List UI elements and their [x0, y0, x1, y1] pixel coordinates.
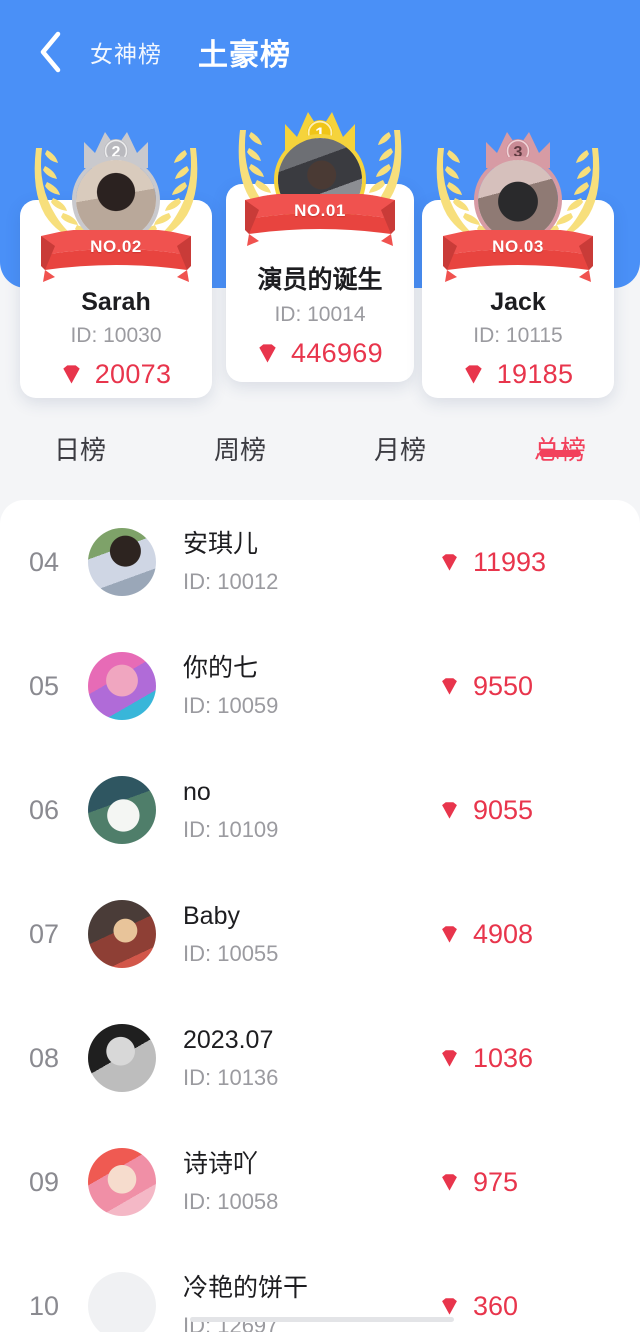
podium-top-three: Sarah ID: 10030 20073 演员的诞生 ID: 10014 44… [0, 104, 640, 404]
podium-score: 20073 [94, 359, 172, 389]
podium-name: 演员的诞生 [257, 266, 383, 294]
tab-weekly[interactable]: 周榜 [160, 404, 320, 467]
tab-label: 周榜 [213, 435, 266, 465]
user-id: ID: 10012 [183, 569, 279, 595]
user-name: 你的七 [183, 653, 259, 682]
tab-label: 日榜 [53, 435, 106, 465]
score-value: 4908 [473, 918, 534, 949]
podium-decoration-rank-3: 3 NO.03 [425, 126, 611, 282]
nav-tab-goddess[interactable]: 女神榜 [90, 35, 162, 69]
table-row[interactable]: 07 Baby ID: 10055 4908 [0, 872, 640, 996]
score-value: 360 [473, 1290, 519, 1321]
score-value: 1036 [473, 1042, 534, 1073]
user-id: ID: 10055 [183, 941, 279, 967]
avatar[interactable] [88, 528, 156, 596]
podium-decoration-rank-2: 2 NO.02 [23, 126, 209, 282]
score-value: 9550 [473, 670, 534, 701]
ribbon-banner-rank-1: NO.01 [245, 194, 395, 248]
tab-label: 月榜 [373, 435, 426, 465]
score-value: 975 [473, 1166, 519, 1197]
ribbon-banner-rank-2: NO.02 [41, 230, 191, 284]
user-name: 2023.07 [183, 1025, 274, 1054]
ribbon-banner-rank-3: NO.03 [443, 230, 593, 284]
rank-number: 05 [28, 670, 60, 701]
user-name: 诗诗吖 [183, 1149, 259, 1178]
app-header: 女神榜 土豪榜 [0, 0, 640, 104]
user-id: ID: 10109 [183, 817, 279, 843]
gem-icon [440, 1297, 459, 1316]
podium-user-id: ID: 10115 [473, 324, 563, 347]
rank-number: 04 [28, 546, 60, 577]
score-value: 9055 [473, 794, 534, 825]
score-value: 11993 [473, 546, 547, 577]
tab-total[interactable]: 总榜 [480, 404, 640, 467]
avatar[interactable] [88, 1148, 156, 1216]
podium-user-id: ID: 10030 [70, 324, 162, 347]
table-row[interactable]: 08 2023.07 ID: 10136 1036 [0, 996, 640, 1120]
avatar[interactable] [88, 776, 156, 844]
user-id: ID: 10136 [183, 1065, 279, 1091]
rank-number: 06 [28, 794, 60, 825]
rank-number: 09 [28, 1166, 60, 1197]
ranking-list[interactable]: 04 安琪儿 ID: 10012 11993 05 你的七 ID: 10059 … [0, 500, 640, 1332]
gem-icon [463, 364, 484, 385]
table-row[interactable]: 05 你的七 ID: 10059 9550 [0, 624, 640, 748]
rank-number: 07 [28, 918, 60, 949]
rank-number: 10 [28, 1290, 60, 1321]
gem-icon [440, 677, 459, 696]
gem-icon [440, 553, 459, 572]
table-row[interactable]: 06 no ID: 10109 9055 [0, 748, 640, 872]
podium-decoration-rank-1: 1 NO.01 [227, 108, 413, 246]
podium-name: Sarah [81, 288, 151, 316]
tab-active-indicator [539, 450, 581, 457]
scrollbar[interactable] [190, 1317, 454, 1322]
podium-name: Jack [490, 288, 546, 316]
tab-daily[interactable]: 日榜 [0, 404, 160, 467]
gem-icon [61, 364, 82, 385]
gem-icon [440, 1173, 459, 1192]
user-name: no [183, 777, 211, 806]
back-button[interactable] [18, 20, 82, 84]
avatar[interactable] [88, 900, 156, 968]
gem-icon [257, 343, 278, 364]
ribbon-label: NO.02 [90, 237, 142, 256]
podium-score: 19185 [496, 359, 574, 389]
podium-user-id: ID: 10014 [274, 303, 366, 326]
ribbon-label: NO.03 [492, 237, 544, 256]
chevron-left-icon [37, 30, 63, 74]
user-id: ID: 12697 [183, 1313, 279, 1332]
user-name: 冷艳的饼干 [183, 1273, 309, 1302]
user-id: ID: 10058 [183, 1189, 279, 1215]
avatar[interactable] [88, 1272, 156, 1332]
gem-icon [440, 925, 459, 944]
user-name: 安琪儿 [183, 529, 259, 558]
gem-icon [440, 801, 459, 820]
rank-number: 08 [28, 1042, 60, 1073]
user-name: Baby [183, 901, 240, 930]
nav-tab-tycoon[interactable]: 土豪榜 [198, 30, 291, 74]
podium-score: 446969 [291, 338, 383, 368]
ribbon-label: NO.01 [294, 201, 346, 220]
table-row[interactable]: 09 诗诗吖 ID: 10058 975 [0, 1120, 640, 1244]
period-tab-bar: 日榜 周榜 月榜 总榜 [0, 404, 640, 500]
tab-monthly[interactable]: 月榜 [320, 404, 480, 467]
avatar[interactable] [88, 652, 156, 720]
avatar[interactable] [88, 1024, 156, 1092]
gem-icon [440, 1049, 459, 1068]
user-id: ID: 10059 [183, 693, 279, 719]
table-row[interactable]: 04 安琪儿 ID: 10012 11993 [0, 500, 640, 624]
